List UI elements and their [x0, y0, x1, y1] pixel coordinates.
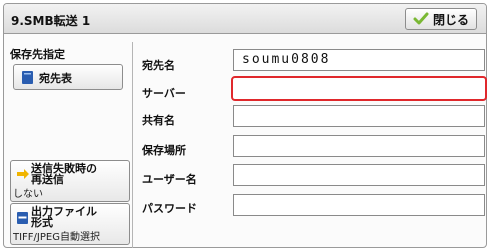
- server-label: サーバー: [142, 87, 186, 100]
- address-book-label: 宛先表: [39, 72, 72, 85]
- destination-name-label: 宛先名: [142, 59, 175, 72]
- window-title: 9.SMB転送 1: [11, 14, 91, 28]
- close-button-label: 閉じる: [432, 12, 469, 27]
- user-name-field[interactable]: [233, 164, 485, 186]
- title-bar: 9.SMB転送 1 閉じる: [4, 4, 486, 34]
- destination-spec-label: 保存先指定: [10, 48, 65, 61]
- user-name-label: ユーザー名: [142, 173, 197, 186]
- save-location-field[interactable]: [233, 135, 485, 157]
- save-location-label: 保存場所: [142, 144, 186, 157]
- close-button[interactable]: 閉じる: [405, 8, 477, 30]
- address-book-icon: [21, 70, 34, 88]
- password-field[interactable]: [233, 194, 485, 216]
- left-panel: 保存先指定 宛先表 送信失敗時の 再送信 しない 出力ファイル 形式 TIFF/…: [7, 42, 132, 247]
- retry-value: しない: [13, 189, 43, 200]
- checkmark-icon: [413, 12, 429, 26]
- arrow-right-icon: [16, 168, 30, 183]
- retry-on-failure-button[interactable]: 送信失敗時の 再送信 しない: [10, 160, 130, 202]
- output-file-format-button[interactable]: 出力ファイル 形式 TIFF/JPEG自動選択: [10, 203, 130, 245]
- server-field[interactable]: [231, 76, 487, 101]
- panel-divider: [132, 42, 133, 248]
- share-name-label: 共有名: [142, 114, 175, 127]
- password-label: パスワード: [142, 202, 197, 215]
- dialog-window: 9.SMB転送 1 閉じる 保存先指定 宛先表 送信失敗時の 再送信 しない 出…: [3, 3, 487, 248]
- address-book-button[interactable]: 宛先表: [13, 64, 123, 90]
- file-format-icon: [16, 211, 29, 228]
- file-format-value: TIFF/JPEG自動選択: [13, 232, 100, 243]
- share-name-field[interactable]: [233, 105, 485, 127]
- destination-name-field[interactable]: soumu0808: [233, 49, 485, 71]
